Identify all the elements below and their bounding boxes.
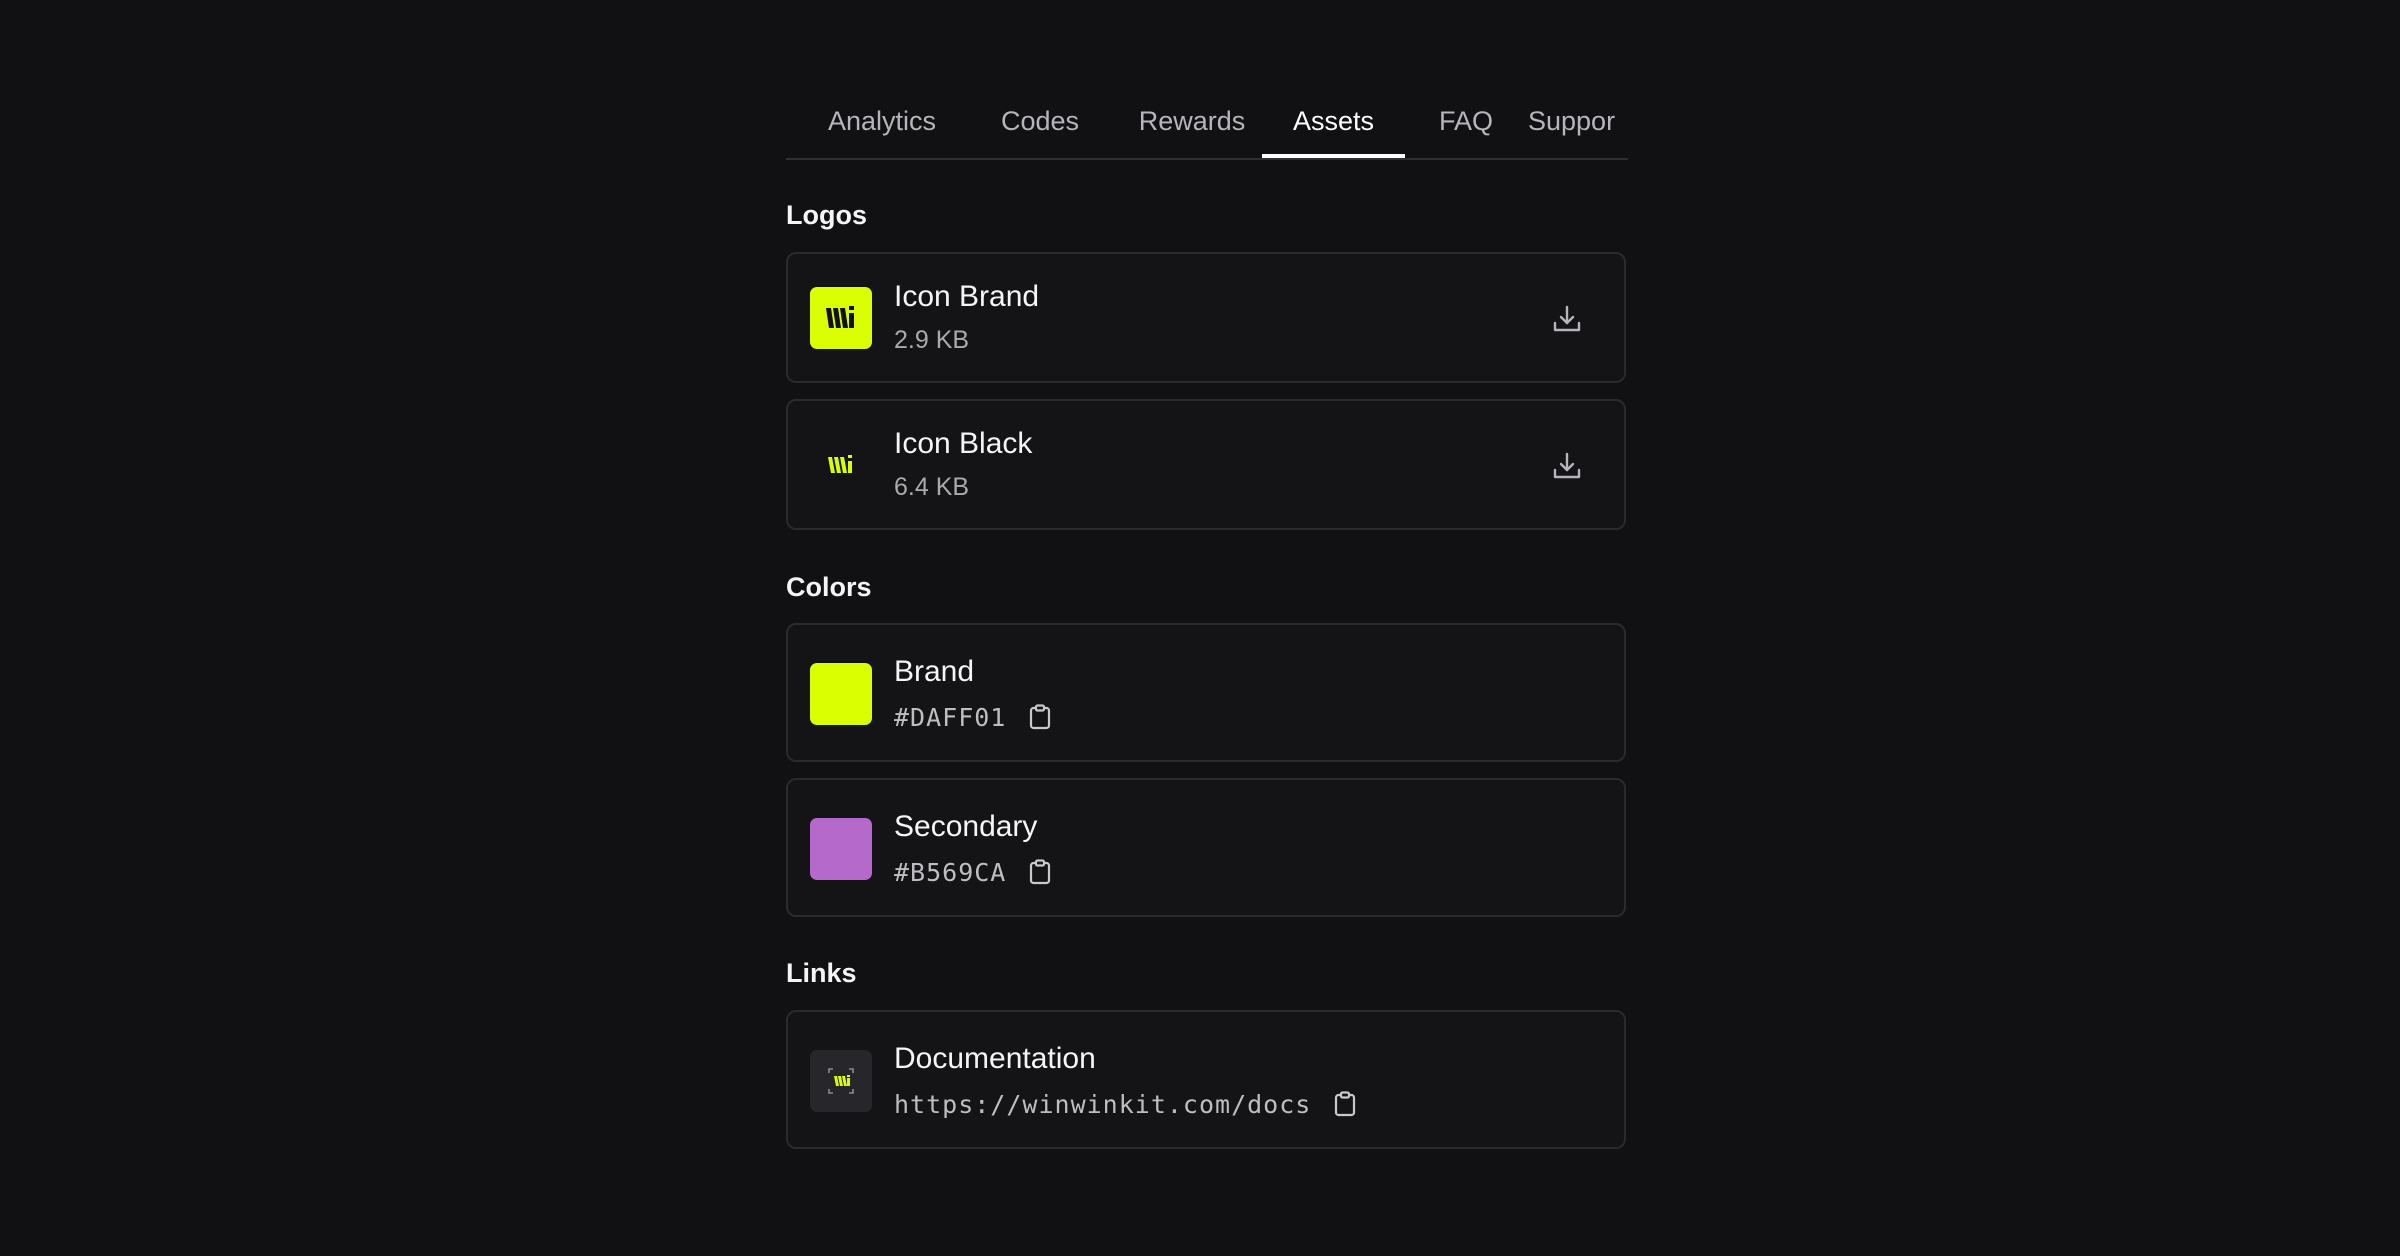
asset-file-size: 6.4 KB: [894, 473, 970, 501]
section-title-colors: Colors: [786, 572, 872, 602]
clipboard-icon: [1029, 704, 1050, 730]
asset-card-icon-brand: Icon Brand 2.9 KB: [786, 252, 1626, 383]
black-logo-thumbnail: [810, 434, 872, 496]
color-card-brand: Brand #DAFF01: [786, 623, 1626, 762]
section-title-links: Links: [786, 958, 857, 988]
color-name: Brand: [894, 655, 975, 688]
color-card-secondary: Secondary #B569CA: [786, 778, 1626, 917]
asset-file-size: 2.9 KB: [894, 326, 970, 354]
link-url-row: https://winwinkit.com/docs: [894, 1090, 1356, 1119]
download-icon: [1553, 452, 1581, 479]
brand-logo-thumbnail: [810, 287, 872, 349]
clipboard-icon: [1029, 859, 1050, 885]
winwinkit-logo-icon: [826, 306, 854, 328]
color-hex-value: #B569CA: [894, 858, 1007, 887]
asset-name: Icon Brand: [894, 280, 1040, 313]
download-icon: [1553, 305, 1581, 332]
tab-bar: Analytics Codes Rewards Assets FAQ Suppo…: [786, 90, 1628, 160]
documentation-thumbnail: [810, 1050, 872, 1112]
link-card-documentation: Documentation https://winwinkit.com/docs: [786, 1010, 1626, 1149]
section-title-logos: Logos: [786, 200, 867, 230]
link-url[interactable]: https://winwinkit.com/docs: [894, 1090, 1311, 1119]
copy-button[interactable]: [1029, 704, 1051, 730]
tab-analytics[interactable]: Analytics: [804, 90, 960, 158]
tab-rewards[interactable]: Rewards: [1114, 90, 1270, 158]
color-hex-row: #DAFF01: [894, 703, 1051, 732]
asset-name: Icon Black: [894, 427, 1033, 460]
tab-faq[interactable]: FAQ: [1424, 90, 1508, 158]
copy-button[interactable]: [1029, 859, 1051, 885]
winwinkit-logo-icon: [828, 455, 852, 473]
download-button[interactable]: [1550, 449, 1584, 483]
asset-card-icon-black: Icon Black 6.4 KB: [786, 399, 1626, 530]
color-hex-value: #DAFF01: [894, 703, 1007, 732]
tab-codes[interactable]: Codes: [986, 90, 1094, 158]
color-name: Secondary: [894, 810, 1038, 843]
winwinkit-docs-icon: [828, 1068, 854, 1094]
tab-assets[interactable]: Assets: [1262, 90, 1405, 158]
download-button[interactable]: [1550, 302, 1584, 336]
copy-button[interactable]: [1334, 1091, 1356, 1117]
color-hex-row: #B569CA: [894, 858, 1051, 887]
color-swatch-brand: [810, 663, 872, 725]
clipboard-icon: [1334, 1091, 1355, 1117]
tab-support[interactable]: Suppor: [1528, 90, 1628, 158]
link-name: Documentation: [894, 1042, 1096, 1075]
color-swatch-secondary: [810, 818, 872, 880]
